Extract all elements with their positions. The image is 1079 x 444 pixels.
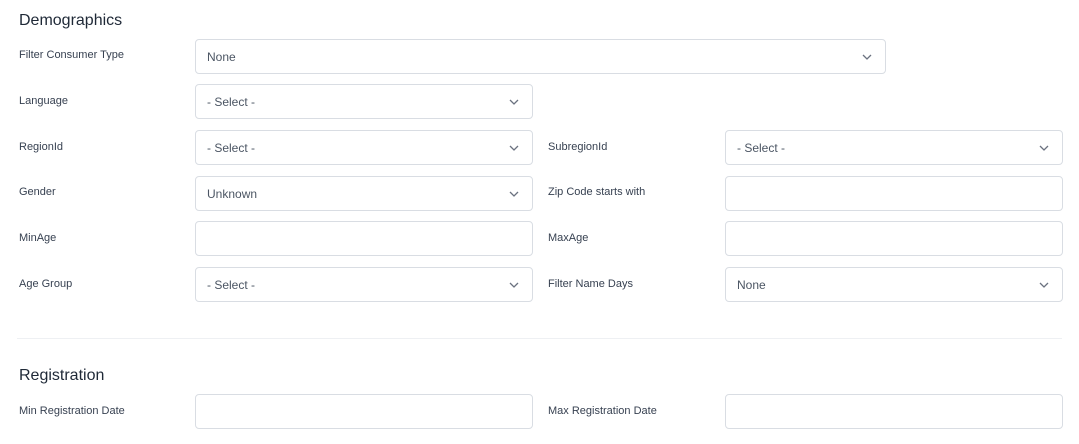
section-divider	[17, 338, 1062, 339]
region-id-value: - Select -	[207, 141, 256, 155]
region-id-label: RegionId	[19, 141, 64, 153]
chevron-down-icon	[509, 191, 519, 197]
max-age-input[interactable]	[725, 221, 1063, 256]
gender-select[interactable]: Unknown	[195, 176, 533, 211]
filter-consumer-type-value: None	[207, 50, 236, 64]
language-select[interactable]: - Select -	[195, 84, 533, 119]
min-registration-date-label: Min Registration Date	[19, 405, 125, 417]
zip-code-label: Zip Code starts with	[548, 186, 646, 198]
filter-consumer-type-label: Filter Consumer Type	[19, 49, 124, 61]
min-age-label: MinAge	[19, 232, 57, 244]
max-registration-date-input[interactable]	[725, 394, 1063, 429]
zip-code-input[interactable]	[725, 176, 1063, 211]
gender-label: Gender	[19, 186, 56, 198]
language-value: - Select -	[207, 95, 256, 109]
subregion-id-label: SubregionId	[548, 141, 608, 153]
min-registration-date-input[interactable]	[195, 394, 533, 429]
filter-name-days-select[interactable]: None	[725, 267, 1063, 302]
filter-name-days-label: Filter Name Days	[548, 278, 633, 290]
age-group-value: - Select -	[207, 278, 256, 292]
registration-heading: Registration	[19, 367, 105, 384]
age-group-label: Age Group	[19, 278, 73, 290]
max-registration-date-label: Max Registration Date	[548, 405, 657, 417]
language-label: Language	[19, 95, 68, 107]
subregion-id-value: - Select -	[737, 141, 786, 155]
chevron-down-icon	[1039, 282, 1049, 288]
max-age-label: MaxAge	[548, 232, 589, 244]
demographics-heading: Demographics	[19, 12, 123, 29]
filter-consumer-type-select[interactable]: None	[195, 39, 886, 74]
filter-name-days-value: None	[737, 278, 766, 292]
chevron-down-icon	[509, 145, 519, 151]
chevron-down-icon	[509, 282, 519, 288]
region-id-select[interactable]: - Select -	[195, 130, 533, 165]
gender-value: Unknown	[207, 187, 258, 201]
min-age-input[interactable]	[195, 221, 533, 256]
chevron-down-icon	[1039, 145, 1049, 151]
chevron-down-icon	[862, 54, 872, 60]
age-group-select[interactable]: - Select -	[195, 267, 533, 302]
chevron-down-icon	[509, 99, 519, 105]
subregion-id-select[interactable]: - Select -	[725, 130, 1063, 165]
